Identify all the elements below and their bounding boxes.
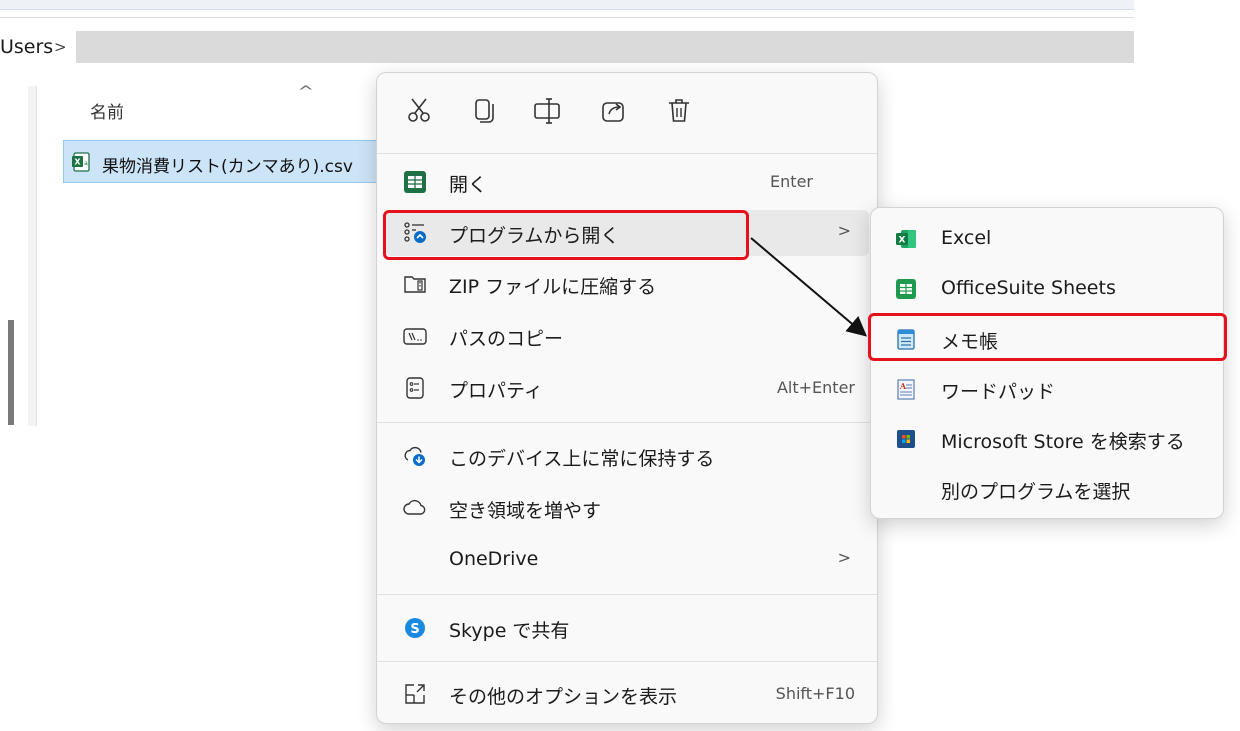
properties-icon xyxy=(406,377,424,399)
title-bar-edge xyxy=(0,0,1134,10)
menu-item-free-up-space-label: 空き領域を増やす xyxy=(449,500,602,522)
menu-item-open-label: 開く xyxy=(449,174,488,196)
menu-item-properties-shortcut: Alt+Enter xyxy=(776,378,855,397)
navigation-pane xyxy=(28,86,37,426)
cloud-icon xyxy=(403,499,426,515)
excel-icon: X xyxy=(896,230,916,248)
menu-item-free-up-space[interactable]: 空き領域を増やす xyxy=(385,485,869,531)
svg-text:a: a xyxy=(84,160,88,167)
sort-arrow-icon[interactable]: ^ xyxy=(298,84,314,100)
submenu-item-officesuite-sheets-label: OfficeSuite Sheets xyxy=(941,277,1116,299)
toolbar-divider xyxy=(0,17,1134,18)
csv-excel-file-icon: X a xyxy=(72,152,90,172)
menu-item-copy-path-label: パスのコピー xyxy=(449,328,564,350)
svg-text:X: X xyxy=(74,158,81,167)
menu-item-show-more-options[interactable]: その他のオプションを表示 Shift+F10 xyxy=(385,671,869,717)
officesuite-sheets-icon xyxy=(896,279,916,299)
submenu-chevron-icon: > xyxy=(837,221,851,240)
delete-icon[interactable] xyxy=(659,91,699,131)
menu-item-properties[interactable]: プロパティ Alt+Enter xyxy=(385,365,869,411)
menu-item-onedrive[interactable]: OneDrive > xyxy=(385,537,869,583)
wordpad-icon: A xyxy=(897,379,915,400)
submenu-chevron-icon: > xyxy=(837,548,851,567)
breadcrumb-users[interactable]: Users xyxy=(0,36,53,58)
menu-item-open-shortcut: Enter xyxy=(770,172,813,191)
file-name: 果物消費リスト(カンマあり).csv xyxy=(102,157,353,177)
submenu-item-microsoft-store[interactable]: Microsoft Store を検索する xyxy=(879,416,1217,462)
skype-icon: S xyxy=(405,618,425,638)
menu-item-show-more-options-label: その他のオプションを表示 xyxy=(449,686,678,708)
menu-item-skype-share-label: Skype で共有 xyxy=(449,620,570,642)
menu-separator xyxy=(377,153,877,154)
menu-separator xyxy=(377,661,877,662)
copy-path-icon xyxy=(403,328,427,345)
column-header-name[interactable]: 名前 xyxy=(90,98,124,123)
zip-folder-icon xyxy=(404,276,426,293)
menu-item-keep-on-device[interactable]: このデバイス上に常に保持する xyxy=(385,433,869,479)
menu-item-show-more-options-shortcut: Shift+F10 xyxy=(775,684,855,703)
submenu-item-excel[interactable]: X Excel xyxy=(879,216,1217,262)
svg-text:A: A xyxy=(899,381,907,391)
menu-separator xyxy=(377,594,877,595)
menu-item-keep-on-device-label: このデバイス上に常に保持する xyxy=(449,448,715,470)
highlight-box-open-with xyxy=(383,210,749,260)
breadcrumb-chevron-icon[interactable]: > xyxy=(54,38,67,56)
breadcrumb: Users > xyxy=(0,28,1134,68)
share-icon[interactable] xyxy=(593,91,633,131)
menu-separator xyxy=(377,422,877,423)
submenu-item-wordpad[interactable]: A ワードパッド xyxy=(879,366,1217,412)
submenu-item-officesuite-sheets[interactable]: OfficeSuite Sheets xyxy=(879,266,1217,312)
menu-item-compress-zip-label: ZIP ファイルに圧縮する xyxy=(449,276,657,298)
copy-icon[interactable] xyxy=(463,91,503,131)
menu-item-copy-path[interactable]: パスのコピー xyxy=(385,313,869,359)
cloud-download-icon xyxy=(404,446,425,466)
menu-item-onedrive-label: OneDrive xyxy=(449,548,539,570)
menu-item-properties-label: プロパティ xyxy=(449,380,543,402)
file-row-selected[interactable]: X a 果物消費リスト(カンマあり).csv xyxy=(63,140,393,183)
rename-icon[interactable] xyxy=(527,91,567,131)
menu-item-open[interactable]: 開く Enter xyxy=(385,159,869,205)
submenu-item-wordpad-label: ワードパッド xyxy=(941,381,1056,403)
scrollbar-thumb[interactable] xyxy=(8,320,14,425)
menu-item-skype-share[interactable]: S Skype で共有 xyxy=(385,605,869,651)
microsoft-store-icon xyxy=(897,430,915,448)
highlight-box-notepad xyxy=(868,313,1227,361)
address-bar[interactable] xyxy=(76,31,1134,63)
cut-icon[interactable] xyxy=(399,91,439,131)
submenu-item-excel-label: Excel xyxy=(941,227,992,249)
submenu-item-microsoft-store-label: Microsoft Store を検索する xyxy=(941,431,1185,453)
svg-text:X: X xyxy=(899,236,906,246)
sheets-app-icon xyxy=(404,171,426,193)
submenu-item-choose-another-app[interactable]: 別のプログラムを選択 xyxy=(879,466,1217,512)
svg-text:S: S xyxy=(410,622,419,637)
open-with-submenu: X Excel OfficeSuite Sheets メモ帳 A ワードパッド … xyxy=(870,207,1224,519)
submenu-item-choose-another-app-label: 別のプログラムを選択 xyxy=(941,481,1131,503)
menu-item-compress-zip[interactable]: ZIP ファイルに圧縮する xyxy=(385,261,869,307)
more-options-icon xyxy=(405,684,425,704)
context-menu: 開く Enter プログラムから開く > ZIP ファイルに圧縮する パスのコピ… xyxy=(376,72,878,724)
